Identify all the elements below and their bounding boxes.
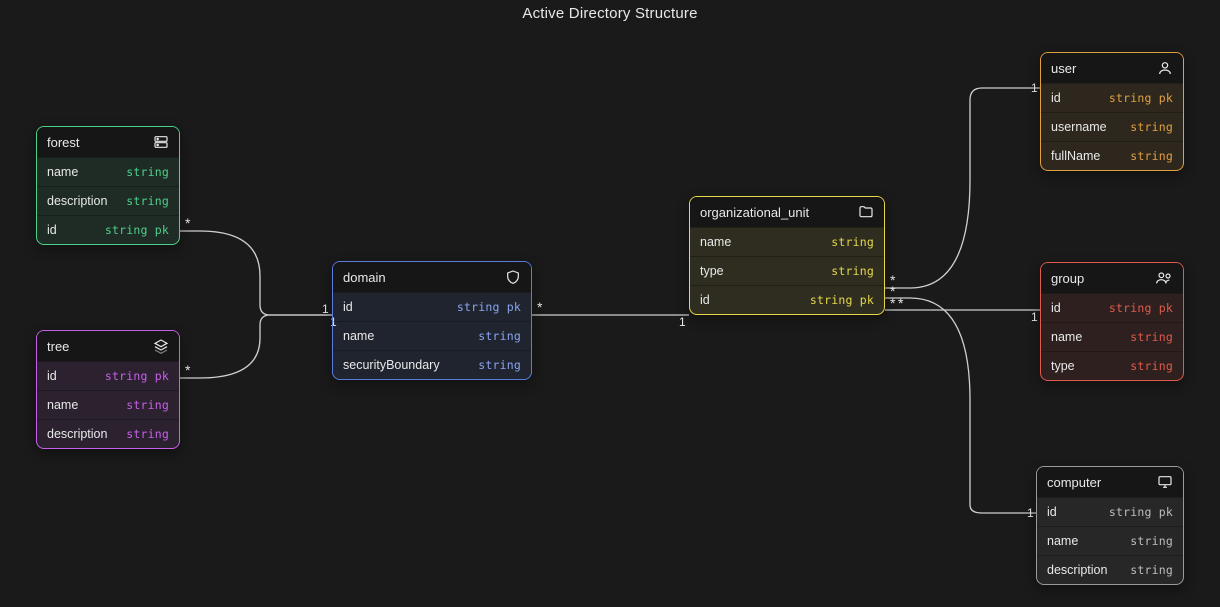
- svg-text:*: *: [537, 299, 543, 315]
- folder-icon: [858, 204, 874, 220]
- field-row: idstring pk: [37, 361, 179, 390]
- svg-text:*: *: [890, 272, 896, 288]
- svg-text:*: *: [185, 362, 191, 378]
- field-row: namestring: [37, 390, 179, 419]
- field-row: idstring pk: [690, 285, 884, 314]
- svg-text:*: *: [185, 215, 191, 231]
- svg-text:*: *: [890, 283, 896, 299]
- field-row: namestring: [690, 227, 884, 256]
- shield-icon: [505, 269, 521, 285]
- entity-user[interactable]: user idstring pk usernamestring fullName…: [1040, 52, 1184, 171]
- entity-title: group: [1051, 271, 1084, 286]
- svg-text:1: 1: [679, 315, 686, 329]
- user-icon: [1157, 60, 1173, 76]
- entity-domain[interactable]: domain idstring pk namestring securityBo…: [332, 261, 532, 380]
- entity-title: tree: [47, 339, 69, 354]
- entity-organizational-unit[interactable]: organizational_unit namestring typestrin…: [689, 196, 885, 315]
- svg-text:*: *: [890, 295, 896, 311]
- diagram-title: Active Directory Structure: [522, 5, 697, 22]
- field-row: fullNamestring: [1041, 141, 1183, 170]
- entity-forest[interactable]: forest namestring descriptionstring idst…: [36, 126, 180, 245]
- entity-title: user: [1051, 61, 1076, 76]
- entity-group[interactable]: group idstring pk namestring typestring: [1040, 262, 1184, 381]
- field-row: idstring pk: [1037, 497, 1183, 526]
- field-row: idstring pk: [37, 215, 179, 244]
- svg-text:1: 1: [1027, 506, 1034, 520]
- field-row: descriptionstring: [1037, 555, 1183, 584]
- field-row: namestring: [1037, 526, 1183, 555]
- field-row: idstring pk: [1041, 293, 1183, 322]
- users-icon: [1155, 270, 1173, 286]
- entity-title: organizational_unit: [700, 205, 809, 220]
- server-icon: [153, 134, 169, 150]
- field-row: namestring: [1041, 322, 1183, 351]
- field-row: descriptionstring: [37, 186, 179, 215]
- svg-text:1: 1: [1031, 310, 1038, 324]
- field-row: typestring: [690, 256, 884, 285]
- field-row: idstring pk: [1041, 83, 1183, 112]
- field-row: usernamestring: [1041, 112, 1183, 141]
- svg-text:*: *: [898, 295, 904, 311]
- field-row: typestring: [1041, 351, 1183, 380]
- entity-computer[interactable]: computer idstring pk namestring descript…: [1036, 466, 1184, 585]
- svg-text:1: 1: [322, 302, 329, 316]
- entity-tree[interactable]: tree idstring pk namestring descriptions…: [36, 330, 180, 449]
- field-row: securityBoundarystring: [333, 350, 531, 379]
- entity-title: forest: [47, 135, 80, 150]
- monitor-icon: [1157, 474, 1173, 490]
- field-row: namestring: [37, 157, 179, 186]
- field-row: descriptionstring: [37, 419, 179, 448]
- layers-icon: [153, 338, 169, 354]
- diagram-canvas[interactable]: Active Directory Structure * 1 * 1 * 1 *…: [0, 0, 1220, 607]
- field-row: namestring: [333, 321, 531, 350]
- field-row: idstring pk: [333, 292, 531, 321]
- svg-text:1: 1: [1031, 81, 1038, 95]
- entity-title: domain: [343, 270, 386, 285]
- entity-title: computer: [1047, 475, 1101, 490]
